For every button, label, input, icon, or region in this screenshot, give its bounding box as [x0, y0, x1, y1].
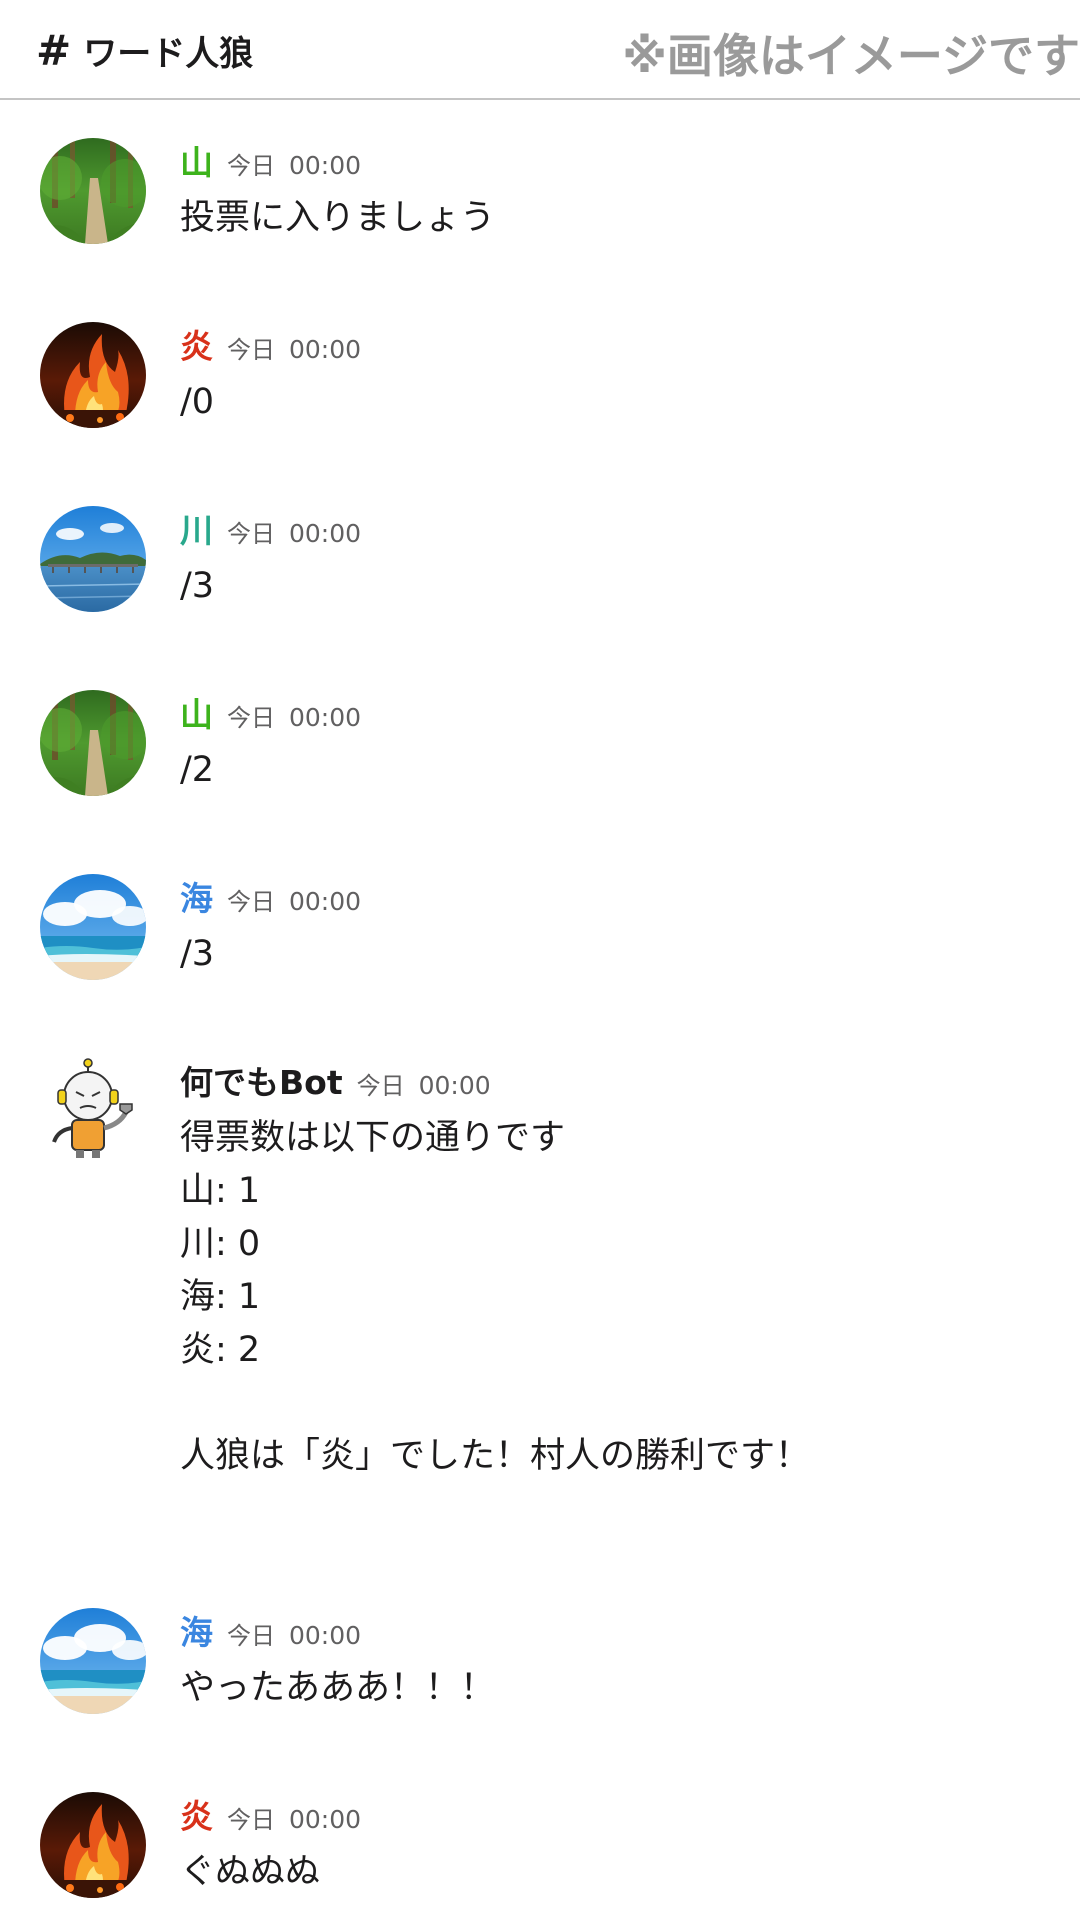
- message-header: 海 今日 00:00: [180, 872, 361, 920]
- fire-avatar[interactable]: [40, 1792, 146, 1898]
- channel-header: # ワード人狼 ※画像はイメージです: [0, 0, 1080, 100]
- channel-title[interactable]: # ワード人狼: [36, 25, 254, 75]
- message-day: 今日: [356, 1072, 405, 1100]
- author-name[interactable]: 山: [180, 688, 213, 736]
- message-text: やったあああ！！！: [180, 1668, 496, 1708]
- author-name[interactable]: 炎: [180, 320, 213, 368]
- message-time[interactable]: 00:00: [289, 1805, 361, 1834]
- message-day: 今日: [227, 152, 275, 180]
- message-text: 得票数は以下の通りです 山: 1 川: 0 海: 1 炎: 2 人狼は「炎」でし…: [180, 1118, 811, 1476]
- author-name[interactable]: 何でもBot: [180, 1056, 343, 1104]
- message-day: 今日: [227, 336, 275, 364]
- message-text: /3: [180, 566, 215, 606]
- message-day: 今日: [227, 1806, 275, 1834]
- message-text: /3: [180, 934, 215, 974]
- message-text: ぐぬぬぬ: [180, 1852, 321, 1892]
- message-time[interactable]: 00:00: [289, 887, 361, 916]
- forest-path-avatar[interactable]: [40, 138, 146, 244]
- river-bridge-avatar[interactable]: [40, 506, 146, 612]
- author-name[interactable]: 炎: [180, 1790, 213, 1838]
- message-header: 海 今日 00:00: [180, 1606, 361, 1654]
- forest-path-avatar[interactable]: [40, 690, 146, 796]
- message-time[interactable]: 00:00: [289, 1621, 361, 1650]
- message-time[interactable]: 00:00: [289, 703, 361, 732]
- author-name[interactable]: 海: [180, 1606, 213, 1654]
- sea-beach-avatar[interactable]: [40, 1608, 146, 1714]
- fire-avatar[interactable]: [40, 322, 146, 428]
- message-header: 山 今日 00:00: [180, 136, 361, 184]
- image-notice: ※画像はイメージです: [622, 29, 1080, 83]
- author-name[interactable]: 山: [180, 136, 213, 184]
- message-header: 山 今日 00:00: [180, 688, 361, 736]
- hash-icon: #: [36, 25, 72, 75]
- channel-name: ワード人狼: [83, 33, 254, 74]
- message-text: /0: [180, 382, 215, 422]
- message-text: 投票に入りましょう: [180, 198, 496, 238]
- message-time[interactable]: 00:00: [289, 519, 361, 548]
- message-day: 今日: [227, 1622, 275, 1650]
- message-text: /2: [180, 750, 215, 790]
- message-header: 川 今日 00:00: [180, 504, 361, 552]
- message-time[interactable]: 00:00: [289, 335, 361, 364]
- message-header: 炎 今日 00:00: [180, 1790, 361, 1838]
- author-name[interactable]: 海: [180, 872, 213, 920]
- robot-avatar[interactable]: [40, 1058, 146, 1164]
- message-day: 今日: [227, 520, 275, 548]
- message-time[interactable]: 00:00: [419, 1071, 491, 1100]
- message-day: 今日: [227, 888, 275, 916]
- message-header: 炎 今日 00:00: [180, 320, 361, 368]
- message-time[interactable]: 00:00: [289, 151, 361, 180]
- message-day: 今日: [227, 704, 275, 732]
- author-name[interactable]: 川: [180, 504, 213, 552]
- message-header: 何でもBot 今日 00:00: [180, 1056, 491, 1104]
- sea-beach-avatar[interactable]: [40, 874, 146, 980]
